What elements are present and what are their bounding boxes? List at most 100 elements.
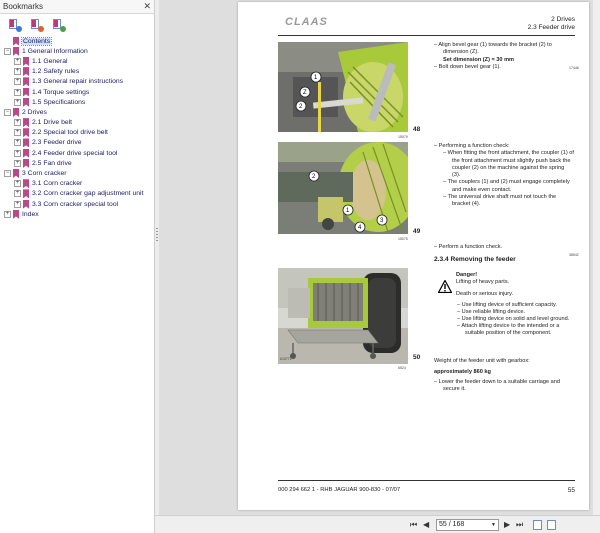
figure-number: 48 bbox=[413, 126, 421, 133]
expand-icon[interactable]: + bbox=[14, 180, 21, 188]
previous-page-button[interactable]: ◀ bbox=[423, 520, 429, 530]
bookmark-item[interactable]: +1.3 General repair instructions bbox=[0, 77, 154, 87]
bookmark-icon bbox=[23, 179, 29, 188]
bookmark-item[interactable]: − 1 General Information bbox=[0, 46, 154, 56]
bookmark-item[interactable]: +1.5 Specifications bbox=[0, 97, 154, 107]
bolt-instruction: Bolt down bevel gear (1). bbox=[438, 63, 501, 70]
expand-icon[interactable]: + bbox=[4, 210, 11, 218]
bookmark-item[interactable]: +2.5 Fan drive bbox=[0, 158, 154, 168]
vertical-scrollbar[interactable] bbox=[593, 0, 600, 515]
danger-notice: Danger! Lifting of heavy parts. Death or… bbox=[434, 272, 579, 337]
bookmark-label: 2.1 Drive belt bbox=[32, 119, 73, 127]
claas-logo: CLAAS bbox=[285, 16, 328, 28]
bookmark-item[interactable]: +2.2 Special tool drive belt bbox=[0, 128, 154, 138]
bookmark-item[interactable]: +1.1 General bbox=[0, 56, 154, 66]
single-page-view-icon[interactable] bbox=[533, 520, 542, 530]
bookmark-item[interactable]: − 2 Drives bbox=[0, 107, 154, 117]
page-number-text: 55 / 168 bbox=[439, 521, 465, 528]
expand-icon[interactable]: + bbox=[14, 88, 21, 96]
danger-line: Lifting of heavy parts. bbox=[456, 279, 510, 285]
expand-icon[interactable]: + bbox=[14, 119, 21, 127]
find-bookmark-icon[interactable] bbox=[53, 18, 66, 32]
page-number-field[interactable]: 55 / 168 ▼ bbox=[436, 519, 499, 531]
function-check-step: The couplers (1) and (2) must engage com… bbox=[447, 179, 570, 193]
first-page-button[interactable]: ⏮ bbox=[410, 520, 417, 530]
text-block-perform-check: – Perform a function check. bbox=[434, 244, 503, 250]
page-header: 2 Drives 2.3 Feeder drive bbox=[528, 16, 575, 32]
bookmark-label: 1.4 Torque settings bbox=[32, 88, 90, 96]
bookmark-item[interactable]: +2.1 Drive belt bbox=[0, 118, 154, 128]
figure-49-photo: 2 1 3 4 bbox=[278, 142, 408, 234]
bookmark-item[interactable]: + Index bbox=[0, 209, 154, 219]
expand-icon[interactable]: + bbox=[14, 139, 21, 147]
bookmark-item[interactable]: − 3 Corn cracker bbox=[0, 168, 154, 178]
bookmark-item[interactable]: +3.1 Corn cracker bbox=[0, 179, 154, 189]
expand-icon[interactable]: + bbox=[14, 78, 21, 86]
bookmark-icon bbox=[23, 159, 29, 168]
bookmark-label: 2.2 Special tool drive belt bbox=[32, 129, 108, 137]
svg-text:Z: Z bbox=[303, 90, 307, 96]
figure-code: 15079 bbox=[398, 135, 408, 139]
danger-item: Use reliable lifting device. bbox=[461, 309, 526, 315]
figure-tag: 615771 bbox=[280, 357, 292, 361]
expand-icon[interactable]: + bbox=[14, 200, 21, 208]
bookmark-icon bbox=[13, 47, 19, 56]
bookmark-label: 3.1 Corn cracker bbox=[32, 180, 83, 188]
bookmark-item[interactable]: +1.4 Torque settings bbox=[0, 87, 154, 97]
expand-icon[interactable]: + bbox=[14, 129, 21, 137]
bookmark-label: 3.3 Corn cracker special tool bbox=[32, 200, 119, 208]
bookmark-label: Index bbox=[22, 210, 39, 218]
expand-bookmark-icon[interactable] bbox=[9, 18, 22, 32]
continuous-view-icon[interactable] bbox=[547, 520, 556, 530]
bookmarks-toolbar bbox=[0, 16, 154, 32]
chevron-down-icon[interactable]: ▼ bbox=[491, 520, 496, 530]
bookmark-icon bbox=[23, 77, 29, 86]
header-section: 2.3 Feeder drive bbox=[527, 24, 575, 31]
bookmarks-title: Bookmarks bbox=[3, 2, 44, 11]
bookmark-item[interactable]: +2.4 Feeder drive special tool bbox=[0, 148, 154, 158]
next-page-button[interactable]: ▶ bbox=[504, 520, 510, 530]
collapse-icon[interactable]: − bbox=[4, 47, 11, 55]
close-icon[interactable]: ✕ bbox=[143, 1, 151, 12]
bookmark-label: 2.3 Feeder drive bbox=[32, 139, 82, 147]
bookmark-label: 2 Drives bbox=[22, 108, 47, 116]
page-navigation-bar: ⏮ ◀ 55 / 168 ▼ ▶ ⏭ bbox=[155, 515, 600, 533]
bookmark-icon bbox=[23, 200, 29, 209]
collapse-icon[interactable]: − bbox=[4, 170, 11, 178]
last-page-button[interactable]: ⏭ bbox=[516, 520, 523, 530]
bookmark-label: Contents bbox=[20, 36, 53, 46]
bookmark-item[interactable]: +1.2 Safety rules bbox=[0, 67, 154, 77]
bookmark-label: 1.1 General bbox=[32, 57, 68, 65]
bookmark-icon bbox=[23, 138, 29, 147]
text-block-align: – Align bevel gear (1) towards the brack… bbox=[434, 42, 552, 70]
pdf-page: CLAAS 2 Drives 2.3 Feeder drive Z 1 2 48… bbox=[238, 2, 589, 510]
expand-icon[interactable]: + bbox=[14, 190, 21, 198]
bookmark-icon bbox=[23, 128, 29, 137]
bookmark-icon bbox=[13, 108, 19, 117]
expand-icon[interactable]: + bbox=[14, 159, 21, 167]
bookmarks-panel: Bookmarks ✕ Contents − 1 General Informati… bbox=[0, 0, 155, 533]
bookmark-item[interactable]: +2.3 Feeder drive bbox=[0, 138, 154, 148]
ref-code: 17446 bbox=[569, 66, 579, 70]
figure-number: 50 bbox=[413, 354, 421, 361]
expand-icon[interactable]: + bbox=[14, 57, 21, 65]
expand-icon[interactable]: + bbox=[14, 68, 21, 76]
bookmark-item[interactable]: Contents bbox=[0, 36, 154, 46]
danger-title: Danger! bbox=[456, 272, 478, 278]
bookmark-item[interactable]: +3.2 Corn cracker gap adjustment unit bbox=[0, 189, 154, 199]
bookmark-label: 1.3 General repair instructions bbox=[32, 78, 124, 86]
function-check-step: The universal drive shaft must not touch… bbox=[447, 194, 557, 208]
delete-bookmark-icon[interactable] bbox=[31, 18, 44, 32]
bookmark-icon bbox=[23, 98, 29, 107]
function-check-step: When fitting the front attachment, the c… bbox=[447, 150, 574, 179]
text-block-function-check: – Performing a function check: – When fi… bbox=[434, 143, 574, 208]
bookmark-icon bbox=[23, 149, 29, 158]
expand-icon[interactable]: + bbox=[14, 98, 21, 106]
weight-value: approximately 860 kg bbox=[434, 369, 491, 376]
bookmark-label: 1 General Information bbox=[22, 47, 88, 55]
bookmark-item[interactable]: +3.3 Corn cracker special tool bbox=[0, 199, 154, 209]
collapse-icon[interactable]: − bbox=[4, 108, 11, 116]
footer-page-number: 55 bbox=[567, 487, 575, 494]
danger-item: Use lifting device of sufficient capacit… bbox=[461, 302, 557, 308]
expand-icon[interactable]: + bbox=[14, 149, 21, 157]
